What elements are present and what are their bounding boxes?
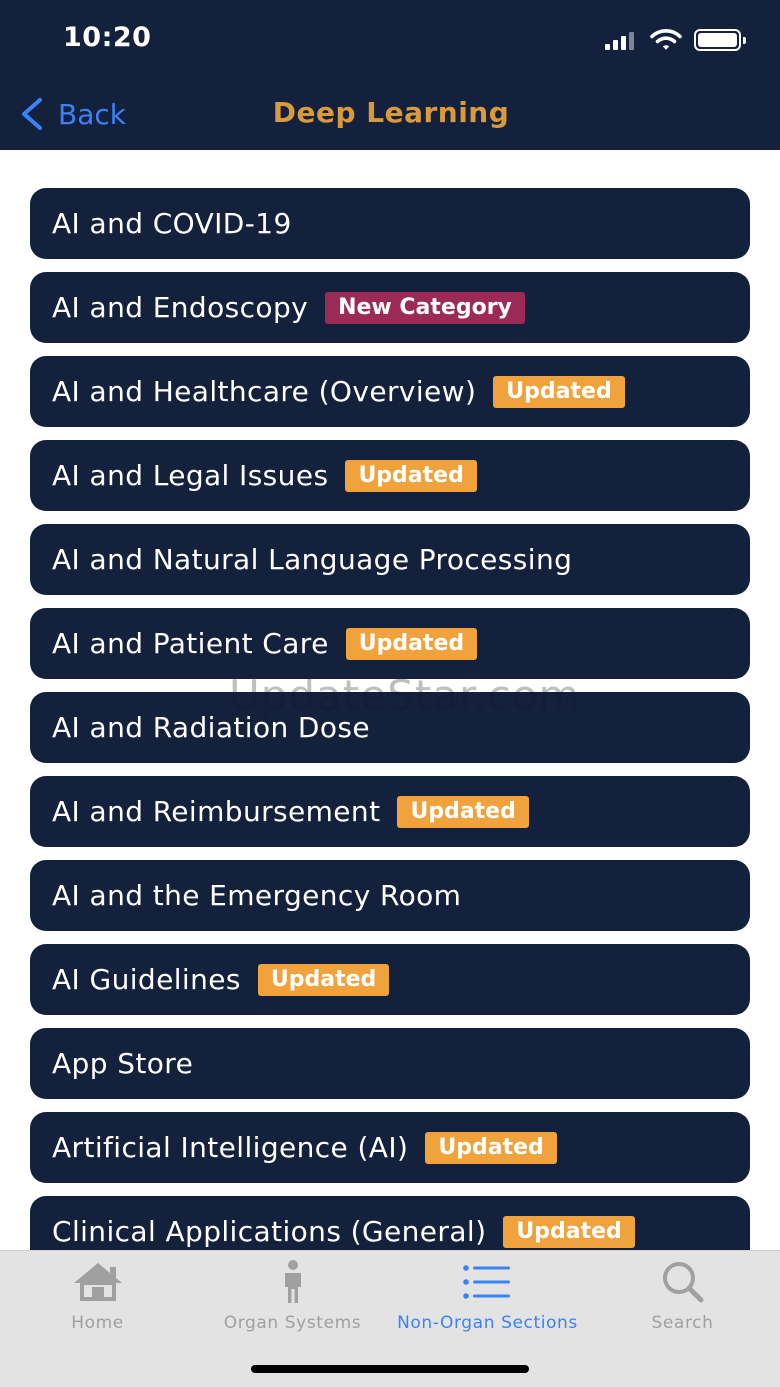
list-item-label: AI and Healthcare (Overview) <box>52 375 477 408</box>
list-item-label: AI Guidelines <box>52 963 241 996</box>
list-item[interactable]: AI and COVID-19 <box>30 188 750 259</box>
list-item-label: AI and the Emergency Room <box>52 879 462 912</box>
list-icon <box>460 1259 516 1305</box>
list-item[interactable]: AI and Patient Care Updated <box>30 608 750 679</box>
updated-badge: Updated <box>493 375 625 408</box>
new-category-badge: New Category <box>325 291 525 324</box>
house-icon <box>70 1259 126 1305</box>
tab-home[interactable]: Home <box>0 1259 195 1339</box>
list-item-label: App Store <box>52 1047 194 1080</box>
tab-non-organ-sections[interactable]: Non-Organ Sections <box>390 1259 585 1339</box>
tab-home-label: Home <box>71 1313 124 1333</box>
tab-organ-systems[interactable]: Organ Systems <box>195 1259 390 1339</box>
list-item[interactable]: AI and Legal Issues Updated <box>30 440 750 511</box>
navigation-header: 10:20 Deep Learning Back <box>0 0 780 150</box>
person-icon <box>265 1259 321 1305</box>
list-item[interactable]: AI and Natural Language Processing <box>30 524 750 595</box>
battery-icon <box>694 29 746 51</box>
tab-non-organ-sections-label: Non-Organ Sections <box>397 1313 578 1333</box>
list-item-label: AI and COVID-19 <box>52 207 292 240</box>
list-item-label: AI and Patient Care <box>52 627 329 660</box>
list-item-label: AI and Legal Issues <box>52 459 329 492</box>
list-item[interactable]: AI Guidelines Updated <box>30 944 750 1015</box>
list-item[interactable]: AI and Healthcare (Overview) Updated <box>30 356 750 427</box>
updated-badge: Updated <box>397 795 529 828</box>
list-item-label: AI and Radiation Dose <box>52 711 371 744</box>
wifi-icon <box>650 29 682 50</box>
home-indicator <box>251 1365 529 1373</box>
list-item-label: AI and Endoscopy <box>52 291 309 324</box>
status-time: 10:20 <box>63 22 152 53</box>
tab-search-label: Search <box>651 1313 714 1333</box>
list-item-label: AI and Natural Language Processing <box>52 543 573 576</box>
back-button[interactable]: Back <box>18 95 126 133</box>
list-item[interactable]: AI and Endoscopy New Category <box>30 272 750 343</box>
list-item[interactable]: AI and Reimbursement Updated <box>30 776 750 847</box>
updated-badge: Updated <box>345 459 477 492</box>
cellular-signal-icon <box>605 32 637 50</box>
list-item-label: Clinical Applications (General) <box>52 1215 487 1248</box>
updated-badge: Updated <box>503 1215 635 1248</box>
list-item-label: Artificial Intelligence (AI) <box>52 1131 409 1164</box>
magnifier-icon <box>655 1259 711 1305</box>
updated-badge: Updated <box>425 1131 557 1164</box>
updated-badge: Updated <box>257 963 390 996</box>
tab-search[interactable]: Search <box>585 1259 780 1339</box>
list-item[interactable]: Clinical Applications (General) Updated <box>30 1196 750 1250</box>
list-item[interactable]: Artificial Intelligence (AI) Updated <box>30 1112 750 1183</box>
list-item[interactable]: AI and Radiation Dose <box>30 692 750 763</box>
back-button-label: Back <box>58 97 126 131</box>
category-list[interactable]: AI and COVID-19 AI and Endoscopy New Categ… <box>30 188 750 1250</box>
chevron-left-icon <box>22 98 42 130</box>
tab-organ-systems-label: Organ Systems <box>223 1313 362 1333</box>
list-item[interactable]: App Store <box>30 1028 750 1099</box>
updated-badge: Updated <box>345 627 478 660</box>
list-item[interactable]: AI and the Emergency Room <box>30 860 750 931</box>
list-item-label: AI and Reimbursement <box>52 795 381 828</box>
